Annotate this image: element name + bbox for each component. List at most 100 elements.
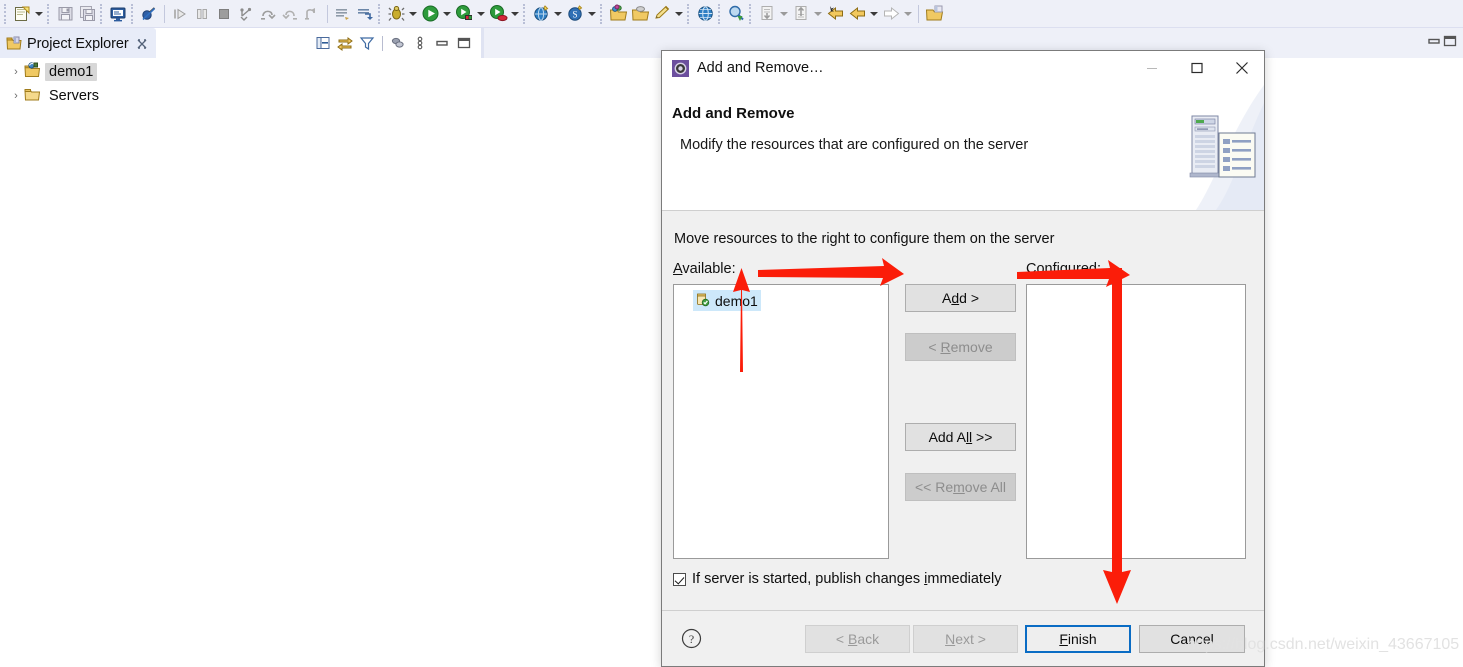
back-history-icon[interactable] [846, 3, 868, 25]
remove-all-button-label-post: ove All [964, 479, 1007, 495]
next-button[interactable]: Next > [913, 625, 1018, 653]
project-explorer-tab-label: Project Explorer [27, 36, 129, 52]
svg-text:S: S [572, 10, 577, 20]
run-on-server-dropdown-caret[interactable] [475, 3, 487, 25]
folder-icon [24, 86, 41, 107]
publish-immediately-checkbox[interactable] [673, 572, 686, 586]
step-return-icon[interactable] [279, 3, 301, 25]
toolbar-group-search [694, 2, 716, 26]
minimize-window-icon[interactable] [1129, 51, 1174, 85]
open-task-icon[interactable] [629, 3, 651, 25]
forward-history-icon[interactable] [880, 3, 902, 25]
terminal-icon[interactable] [107, 3, 129, 25]
publish-immediately-row[interactable]: If server is started, publish changes im… [673, 571, 1002, 587]
remove-button-label-pre: < [928, 339, 941, 355]
available-label-rest: vailable: [682, 261, 736, 277]
focus-on-active-task-icon[interactable] [387, 32, 409, 54]
new-icon[interactable] [11, 3, 33, 25]
previous-annotation-icon[interactable] [354, 3, 376, 25]
dialog-titlebar[interactable]: Add and Remove… [662, 51, 1264, 85]
back-history-marked-icon[interactable] [824, 3, 846, 25]
previous-edit-icon[interactable] [756, 3, 778, 25]
skip-breakpoints-icon[interactable] [138, 3, 160, 25]
toolbar-divider [918, 4, 919, 23]
terminate-icon[interactable] [213, 3, 235, 25]
stop-server-dropdown-caret[interactable] [509, 3, 521, 25]
save-icon[interactable] [54, 3, 76, 25]
configured-label-rest: onfigured: [1036, 261, 1101, 277]
close-window-icon[interactable] [1219, 51, 1264, 85]
drop-to-frame-icon[interactable] [301, 3, 323, 25]
new-server-icon[interactable]: S [564, 3, 586, 25]
debug-dropdown-caret[interactable] [407, 3, 419, 25]
toolbar-separator [687, 3, 692, 24]
suspend-icon[interactable] [191, 3, 213, 25]
search-icon[interactable] [694, 3, 716, 25]
view-menu-icon[interactable] [409, 32, 431, 54]
open-search-dialog-icon[interactable] [725, 3, 747, 25]
configured-listbox[interactable] [1026, 284, 1246, 559]
step-over-icon[interactable] [257, 3, 279, 25]
back-button[interactable]: < Back [805, 625, 910, 653]
project-explorer-view-toolbar [312, 32, 475, 54]
run-on-server-icon[interactable] [453, 3, 475, 25]
new-web-project-icon[interactable] [530, 3, 552, 25]
open-perspective-icon[interactable] [923, 3, 945, 25]
run-icon[interactable] [419, 3, 441, 25]
available-listbox[interactable]: demo1 [673, 284, 889, 559]
remove-all-button[interactable]: << Remove All [905, 473, 1016, 501]
next-annotation-icon[interactable] [332, 3, 354, 25]
project-tree[interactable]: › demo1 › Servers [0, 58, 481, 667]
new-server-caret[interactable] [586, 3, 598, 25]
view-toolbar-divider [382, 35, 383, 51]
stop-server-icon[interactable] [487, 3, 509, 25]
project-explorer-tabbar: Project Explorer [0, 28, 481, 58]
collapse-all-icon[interactable] [312, 32, 334, 54]
configured-label: Configured: [1026, 261, 1101, 277]
forward-history-caret[interactable] [902, 3, 914, 25]
finish-button[interactable]: Finish [1025, 625, 1131, 653]
tree-item-demo1[interactable]: › demo1 [0, 60, 481, 84]
chevron-right-icon[interactable]: › [8, 64, 24, 80]
maximize-view-icon[interactable] [453, 32, 475, 54]
new-dropdown-caret[interactable] [33, 3, 45, 25]
add-all-button[interactable]: Add All >> [905, 423, 1016, 451]
step-into-icon[interactable] [235, 3, 257, 25]
maximize-editor-icon[interactable] [1442, 33, 1458, 52]
remove-button[interactable]: < Remove [905, 333, 1016, 361]
tab-project-explorer[interactable]: Project Explorer [0, 28, 156, 58]
next-edit-icon[interactable] [790, 3, 812, 25]
new-web-project-caret[interactable] [552, 3, 564, 25]
toolbar-separator [600, 3, 605, 24]
toolbar-group-new-wizards: S [530, 2, 598, 26]
resume-icon[interactable] [169, 3, 191, 25]
help-icon[interactable]: ? [681, 628, 702, 649]
java-project-icon [24, 61, 41, 83]
list-item[interactable]: demo1 [693, 290, 761, 311]
debug-icon[interactable] [385, 3, 407, 25]
view-menu-filter-icon[interactable] [356, 32, 378, 54]
back-history-caret[interactable] [868, 3, 880, 25]
previous-edit-caret[interactable] [778, 3, 790, 25]
minimize-view-icon[interactable] [431, 32, 453, 54]
next-edit-caret[interactable] [812, 3, 824, 25]
dialog-body: Move resources to the right to configure… [662, 211, 1264, 611]
save-all-icon[interactable] [76, 3, 98, 25]
maximize-window-icon[interactable] [1174, 51, 1219, 85]
publish-label-pre: If server is started, publish changes [692, 571, 925, 587]
minimize-editor-icon[interactable] [1426, 33, 1442, 52]
dialog-footer: ? < Back Next > Finish Cancel [662, 610, 1264, 666]
run-dropdown-caret[interactable] [441, 3, 453, 25]
add-button[interactable]: Add > [905, 284, 1016, 312]
toolbar-group-open [607, 2, 685, 26]
chevron-right-icon[interactable]: › [8, 88, 24, 104]
open-type-icon[interactable] [607, 3, 629, 25]
add-button-label-post: d > [959, 290, 979, 306]
toolbar-separator [47, 3, 52, 24]
tree-item-servers[interactable]: › Servers [0, 84, 481, 108]
link-with-editor-icon[interactable] [334, 32, 356, 54]
new-java-class-icon[interactable] [651, 3, 673, 25]
finish-button-label-post: inish [1067, 631, 1097, 647]
new-java-class-caret[interactable] [673, 3, 685, 25]
close-icon[interactable] [136, 38, 148, 50]
